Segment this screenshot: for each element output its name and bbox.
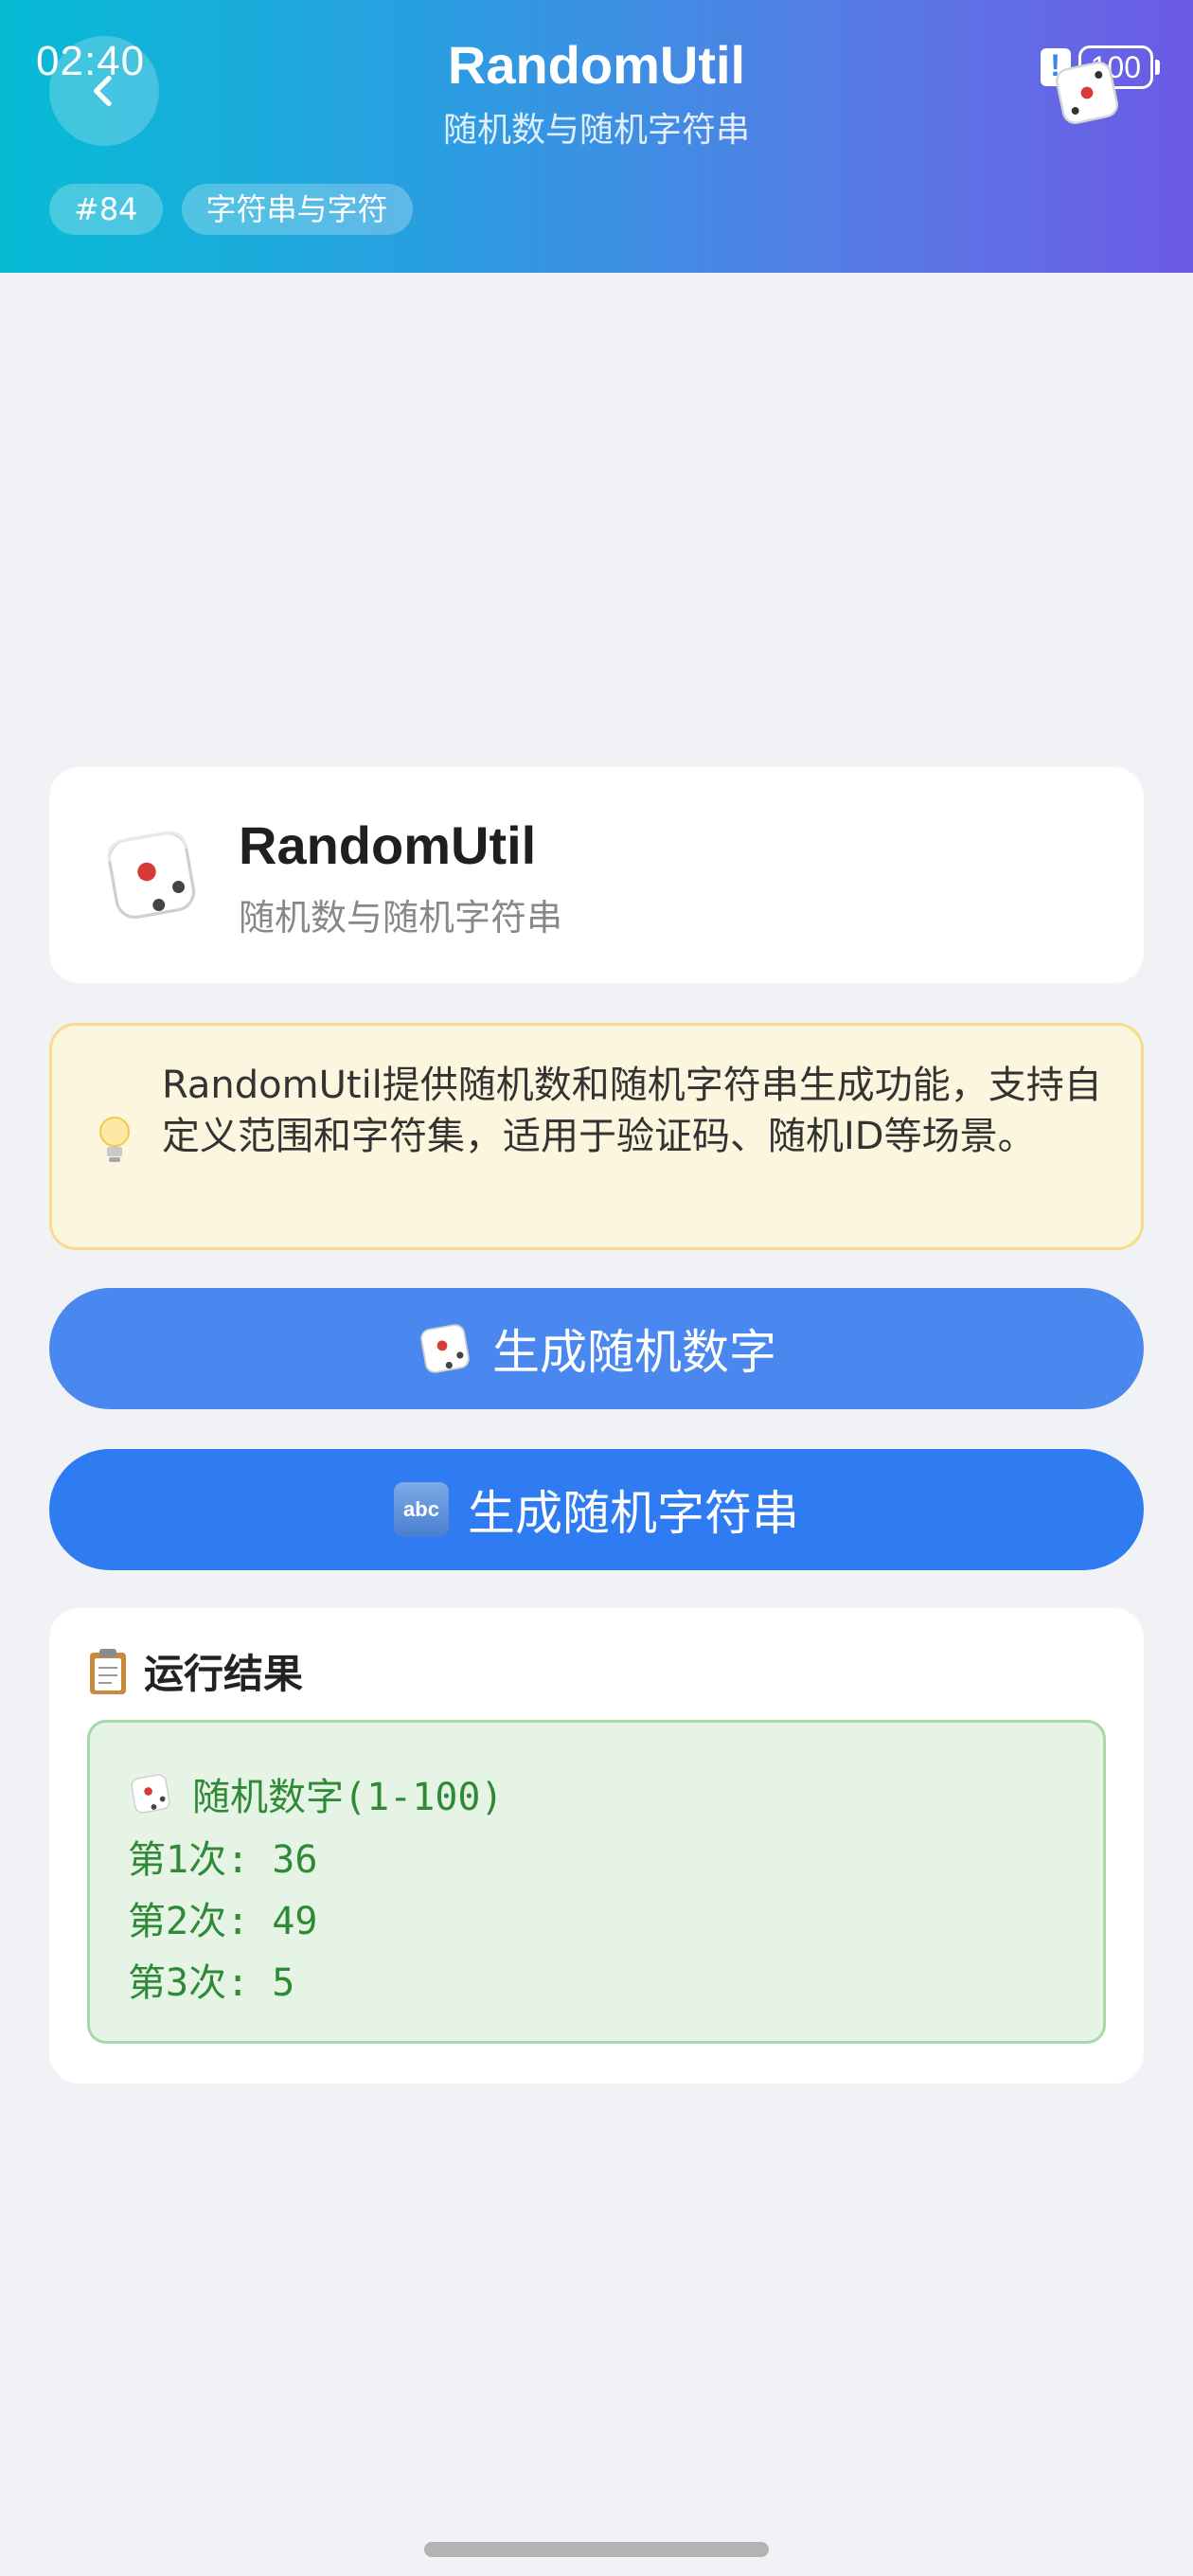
result-heading-text: 随机数字(1-100) <box>192 1776 504 1819</box>
intro-title: RandomUtil <box>239 815 537 875</box>
result-line: 第3次: 5 <box>128 1961 295 2005</box>
generate-string-label: 生成随机字符串 <box>468 1486 799 1541</box>
generate-number-label: 生成随机数字 <box>492 1325 776 1380</box>
screen: 02:40 100 RandomUtil 随机数与随机字符串 #84 字符串与字… <box>0 0 1193 2576</box>
result-line: 第2次: 49 <box>128 1900 318 1943</box>
result-title: 运行结果 <box>144 1651 304 1697</box>
home-indicator[interactable] <box>424 2542 769 2557</box>
dice-icon <box>131 1774 170 1814</box>
chip-category: 字符串与字符 <box>181 184 413 235</box>
tag-chips: #84 字符串与字符 <box>49 184 413 235</box>
result-card: 运行结果 随机数字(1-100) 第1次: 36 第2次: 49 第3次: 5 <box>49 1608 1144 2084</box>
tip-text: RandomUtil提供随机数和随机字符串生成功能，支持自定义范围和字符集，适用… <box>162 1064 1102 1158</box>
page-subtitle: 随机数与随机字符串 <box>442 111 750 150</box>
abc-icon: abc <box>394 1482 449 1537</box>
page-title: RandomUtil <box>447 35 746 95</box>
intro-card: RandomUtil 随机数与随机字符串 <box>49 767 1144 983</box>
result-line: 第1次: 36 <box>128 1838 318 1882</box>
result-heading: 随机数字(1-100) <box>128 1766 504 1821</box>
lightbulb-icon <box>99 1117 130 1162</box>
generate-string-button[interactable]: abc 生成随机字符串 <box>49 1449 1144 1570</box>
chip-number: #84 <box>49 184 163 235</box>
dice-icon <box>107 831 196 920</box>
tip-box: RandomUtil提供随机数和随机字符串生成功能，支持自定义范围和字符集，适用… <box>49 1023 1144 1250</box>
app-header: 02:40 100 RandomUtil 随机数与随机字符串 #84 字符串与字… <box>0 0 1193 273</box>
result-header: 运行结果 <box>87 1642 303 1700</box>
result-output: 随机数字(1-100) 第1次: 36 第2次: 49 第3次: 5 <box>87 1720 1106 2044</box>
dice-icon <box>420 1324 470 1373</box>
generate-number-button[interactable]: 生成随机数字 <box>49 1288 1144 1409</box>
clipboard-icon <box>90 1648 126 1694</box>
intro-subtitle: 随机数与随机字符串 <box>239 897 563 939</box>
